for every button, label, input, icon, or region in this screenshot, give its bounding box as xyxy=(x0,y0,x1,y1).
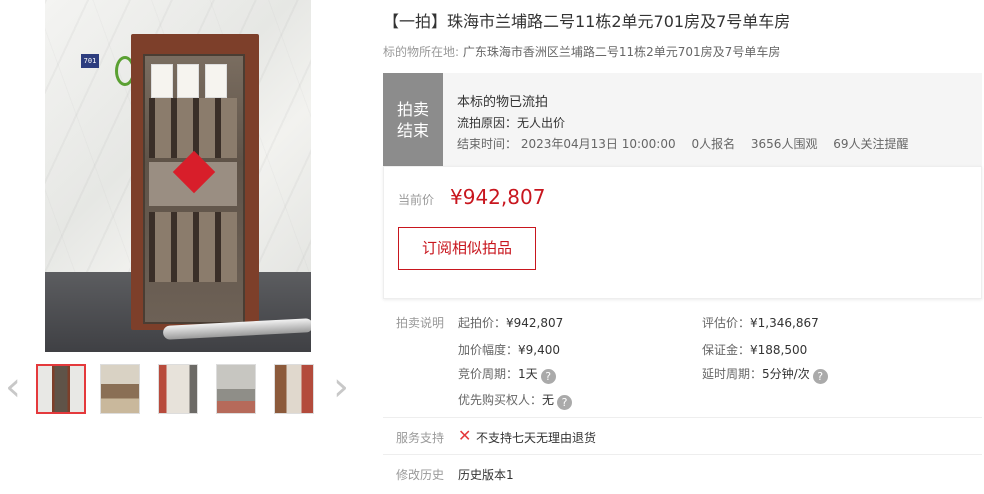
start-price-value: ¥942,807 xyxy=(506,316,564,330)
door-notice xyxy=(205,64,227,98)
delay-row: 延时周期：5分钟/次? xyxy=(702,365,828,384)
deposit-key: 保证金： xyxy=(702,343,751,357)
appraisal-row: 评估价：¥1,346,867 xyxy=(702,314,819,331)
delay-key: 延时周期： xyxy=(702,367,763,381)
thumbnail[interactable] xyxy=(274,364,314,414)
period-value: 1天 xyxy=(518,367,538,381)
location-label: 标的物所在地: xyxy=(383,45,460,59)
help-icon[interactable]: ? xyxy=(812,369,828,384)
status-badge: 拍卖 结束 xyxy=(383,73,443,166)
thumbnail-image xyxy=(159,365,197,413)
start-price-key: 起拍价： xyxy=(458,316,507,330)
service-text: 不支持七天无理由退货 xyxy=(476,431,597,445)
help-icon[interactable]: ? xyxy=(557,395,573,410)
auction-status-box: 拍卖 结束 本标的物已流拍 流拍原因：无人出价 结束时间： 2023年04月13… xyxy=(383,73,982,166)
history-version-link[interactable]: 历史版本1 xyxy=(458,466,514,483)
door-notice xyxy=(151,64,173,98)
door-plate: 701 xyxy=(81,54,99,68)
start-price-row: 起拍价：¥942,807 xyxy=(458,314,563,331)
location-value: 广东珠海市香洲区兰埔路二号11栋2单元701房及7号单车房 xyxy=(462,45,781,59)
follower-count: 69人关注提醒 xyxy=(833,137,909,151)
door-grille-bottom xyxy=(149,212,237,282)
page-title: 【一拍】珠海市兰埔路二号11栋2单元701房及7号单车房 xyxy=(383,12,791,31)
current-price-label: 当前价 xyxy=(398,193,435,207)
thumbnail[interactable] xyxy=(36,364,86,414)
status-stats: 结束时间： 2023年04月13日 10:00:00 0人报名 3656人围观 … xyxy=(457,135,921,152)
period-key: 竞价周期： xyxy=(458,367,519,381)
status-badge-line1: 拍卖 xyxy=(396,100,429,119)
thumbnail-strip: ‹ › xyxy=(0,360,360,416)
signup-count: 0人报名 xyxy=(691,137,736,151)
deposit-value: ¥188,500 xyxy=(750,343,808,357)
door-grille-top xyxy=(149,98,237,158)
door-notice xyxy=(177,64,199,98)
auction-notes-label: 拍卖说明 xyxy=(396,316,445,330)
view-count: 3656人围观 xyxy=(750,137,818,151)
current-price: ¥942,807 xyxy=(450,185,546,209)
divider xyxy=(383,417,982,418)
increment-row: 加价幅度：¥9,400 xyxy=(458,341,560,358)
chevron-left-icon[interactable]: ‹ xyxy=(2,367,24,407)
priority-value: 无 xyxy=(542,393,555,407)
thumbnail-image xyxy=(38,366,84,412)
period-row: 竞价周期：1天? xyxy=(458,365,556,384)
priority-key: 优先购买权人： xyxy=(458,393,543,407)
thumbnail-image xyxy=(217,365,255,413)
appraisal-value: ¥1,346,867 xyxy=(750,316,819,330)
deposit-row: 保证金：¥188,500 xyxy=(702,341,807,358)
price-box: 当前价 ¥942,807 订阅相似拍品 xyxy=(383,166,982,299)
close-icon: ✕ xyxy=(458,426,472,445)
end-time: 结束时间： 2023年04月13日 10:00:00 xyxy=(457,137,676,151)
help-icon[interactable]: ? xyxy=(540,369,556,384)
item-location: 标的物所在地: 广东珠海市香洲区兰埔路二号11栋2单元701房及7号单车房 xyxy=(383,43,780,60)
service-label: 服务支持 xyxy=(396,431,445,445)
chevron-right-icon[interactable]: › xyxy=(330,367,352,407)
status-reason: 流拍原因：无人出价 xyxy=(457,116,566,130)
history-label: 修改历史 xyxy=(396,468,445,482)
thumbnail[interactable] xyxy=(158,364,198,414)
subscribe-similar-button[interactable]: 订阅相似拍品 xyxy=(398,227,536,270)
thumbnail[interactable] xyxy=(216,364,256,414)
priority-row: 优先购买权人：无? xyxy=(458,391,573,410)
status-headline: 本标的物已流拍 xyxy=(457,95,549,110)
thumbnail-image xyxy=(275,365,313,413)
divider xyxy=(383,454,982,455)
main-photo[interactable]: 701 xyxy=(45,0,311,352)
increment-key: 加价幅度： xyxy=(458,343,519,357)
thumbnail[interactable] xyxy=(100,364,140,414)
status-badge-line2: 结束 xyxy=(396,121,429,140)
delay-value: 5分钟/次 xyxy=(762,367,810,381)
thumbnail-image xyxy=(101,365,139,413)
appraisal-key: 评估价： xyxy=(702,316,751,330)
increment-value: ¥9,400 xyxy=(518,343,561,357)
